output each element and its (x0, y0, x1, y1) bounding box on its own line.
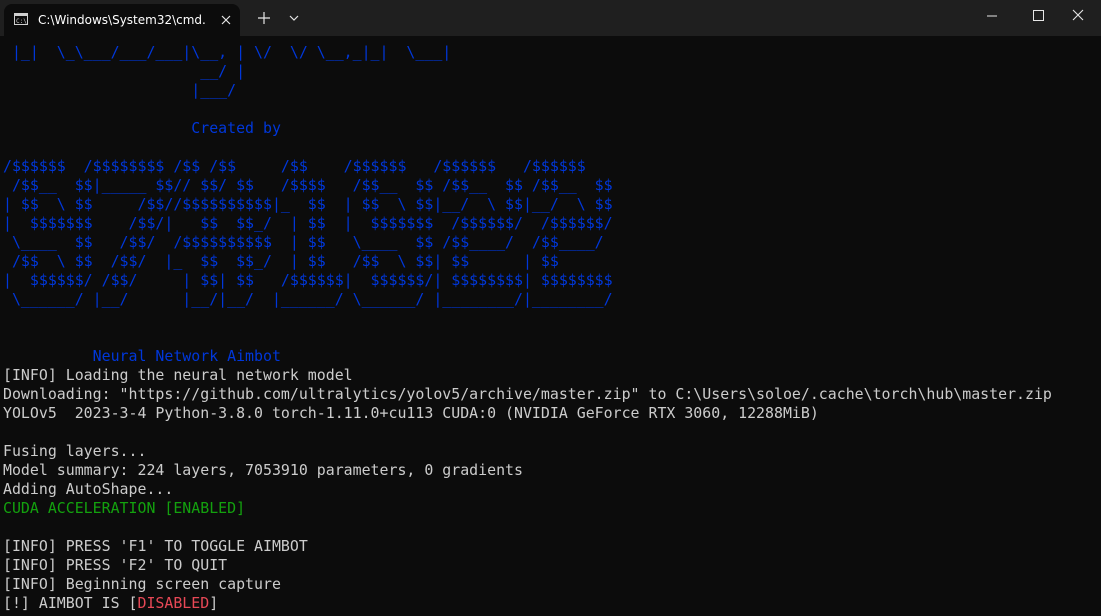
cmd-icon: C:\ (14, 13, 28, 25)
chevron-down-icon (289, 15, 299, 21)
ascii-banner-line: |___/ (3, 81, 237, 99)
aimbot-status-value: DISABLED (137, 594, 210, 612)
log-downloading: Downloading: "https://github.com/ultraly… (3, 385, 1052, 403)
ascii-logo-line: /$$$$$$ /$$$$$$$$ /$$ /$$ /$$ /$$$$$$ /$… (3, 157, 586, 175)
log-loading: [INFO] Loading the neural network model (3, 366, 353, 384)
aimbot-status-line: [!] AIMBOT IS [DISABLED] (3, 594, 1101, 613)
log-yolo-version: YOLOv5 2023-3-4 Python-3.8.0 torch-1.11.… (3, 404, 819, 422)
log-autoshape: Adding AutoShape... (3, 480, 174, 498)
log-capture: [INFO] Beginning screen capture (3, 575, 281, 593)
close-icon (1072, 9, 1084, 21)
minimize-icon (987, 15, 997, 17)
svg-text:C:\: C:\ (16, 18, 27, 25)
minimize-button[interactable] (969, 0, 1015, 32)
ascii-banner-line: __/ | (3, 62, 246, 80)
log-press-f2: [INFO] PRESS 'F2' TO QUIT (3, 556, 228, 574)
close-button[interactable] (1055, 0, 1101, 32)
title-bar[interactable]: C:\ C:\Windows\System32\cmd.e (0, 0, 1101, 36)
new-tab-button[interactable] (254, 8, 274, 28)
cuda-status: CUDA ACCELERATION [ENABLED] (3, 499, 246, 517)
subtitle-text: Neural Network Aimbot (3, 347, 281, 365)
ascii-logo-line: \____ $$ /$$/ /$$$$$$$$$$ | $$ \____ $$ … (3, 233, 604, 251)
tab-dropdown-button[interactable] (284, 8, 304, 28)
terminal-output[interactable]: |_| \_\___/___/___|\__, | \/ \/ \__,_|_|… (3, 43, 1101, 613)
ascii-logo-line: /$$__ $$|_____ $$// $$/ $$ /$$$$ /$$__ $… (3, 176, 613, 194)
aimbot-status-suffix: ] (209, 594, 219, 612)
ascii-logo-line: | $$ \ $$ /$$//$$$$$$$$$$|_ $$ | $$ \ $$… (3, 195, 613, 213)
log-press-f1: [INFO] PRESS 'F1' TO TOGGLE AIMBOT (3, 537, 308, 555)
log-model-summary: Model summary: 224 layers, 7053910 param… (3, 461, 523, 479)
aimbot-status-prefix: [!] AIMBOT IS [ (3, 594, 138, 612)
tab-title: C:\Windows\System32\cmd.e (38, 13, 206, 27)
ascii-logo-line: | $$$$$$/ /$$/ | $$| $$ /$$$$$$| $$$$$$/… (3, 271, 613, 289)
log-fusing: Fusing layers... (3, 442, 147, 460)
ascii-logo-line: | $$$$$$$ /$$/| $$ $$_/ | $$ | $$$$$$$ /… (3, 214, 613, 232)
created-by-text: Created by (3, 119, 281, 137)
plus-icon (258, 12, 270, 24)
ascii-logo-line: \______/ |__/ |__/|__/ |______/ \______/… (3, 290, 613, 308)
ascii-logo-line: /$$ \ $$ /$$/ |_ $$ $$_/ | $$ /$$ \ $$| … (3, 252, 559, 270)
ascii-banner-line: |_| \_\___/___/___|\__, | \/ \/ \__,_|_|… (3, 43, 452, 61)
terminal-tab[interactable]: C:\ C:\Windows\System32\cmd.e (4, 4, 240, 36)
tab-close-button[interactable] (216, 10, 236, 30)
